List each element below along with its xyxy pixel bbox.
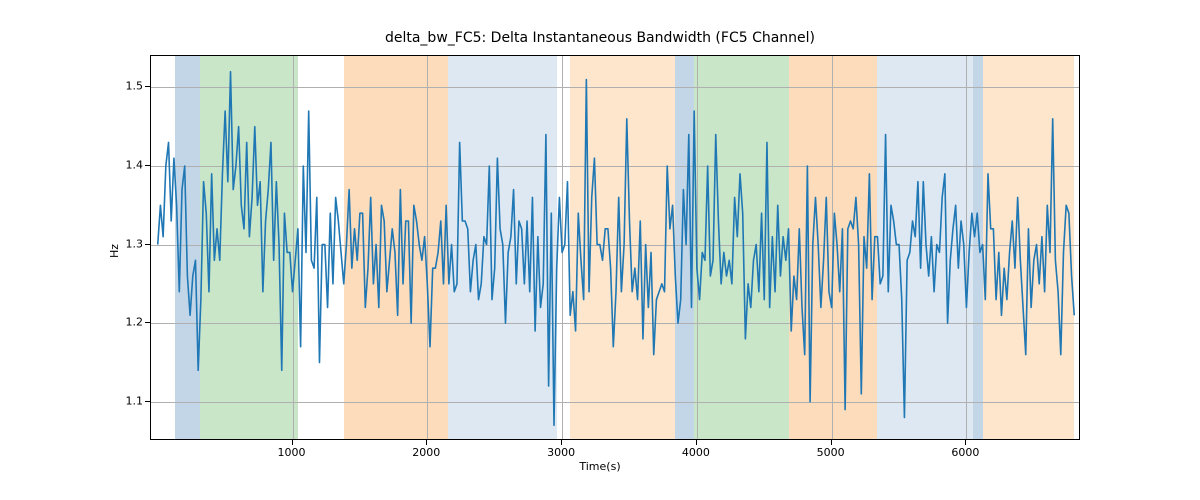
y-tick-mark	[145, 165, 150, 166]
x-tick-mark	[696, 440, 697, 445]
y-tick-label: 1.3	[125, 237, 143, 250]
x-tick-label: 6000	[951, 446, 979, 459]
x-tick-label: 1000	[278, 446, 306, 459]
y-tick-mark	[145, 244, 150, 245]
x-tick-label: 3000	[547, 446, 575, 459]
x-tick-mark	[561, 440, 562, 445]
y-tick-label: 1.5	[125, 80, 143, 93]
x-axis-label: Time(s)	[0, 460, 1200, 473]
x-tick-label: 4000	[682, 446, 710, 459]
figure: delta_bw_FC5: Delta Instantaneous Bandwi…	[0, 0, 1200, 500]
x-tick-mark	[965, 440, 966, 445]
plot-area	[150, 55, 1080, 440]
x-tick-label: 2000	[412, 446, 440, 459]
y-tick-label: 1.1	[125, 394, 143, 407]
x-tick-mark	[292, 440, 293, 445]
y-tick-mark	[145, 401, 150, 402]
data-line	[158, 72, 1075, 426]
x-tick-mark	[831, 440, 832, 445]
y-tick-mark	[145, 322, 150, 323]
line-plot	[151, 56, 1080, 440]
x-tick-mark	[426, 440, 427, 445]
y-tick-label: 1.2	[125, 316, 143, 329]
x-tick-label: 5000	[817, 446, 845, 459]
y-tick-mark	[145, 86, 150, 87]
chart-title: delta_bw_FC5: Delta Instantaneous Bandwi…	[0, 30, 1200, 46]
y-axis-label: Hz	[108, 243, 121, 257]
y-tick-label: 1.4	[125, 159, 143, 172]
